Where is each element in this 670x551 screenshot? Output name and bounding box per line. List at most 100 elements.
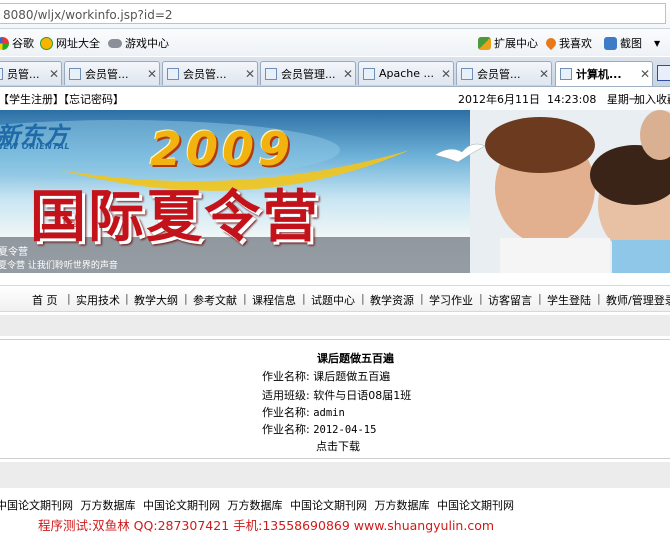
bookmark-link[interactable]: 加入收藏 bbox=[634, 91, 670, 107]
globe-icon bbox=[40, 36, 53, 50]
download-link[interactable]: 点击下载 bbox=[316, 438, 360, 454]
footer-links: 中国论文期刊网 万方数据库 中国论文期刊网 万方数据库 中国论文期刊网 万方数据… bbox=[0, 497, 514, 513]
row-label: 作业名称: bbox=[262, 423, 310, 436]
extension-center-button[interactable]: 扩展中心 bbox=[478, 35, 538, 51]
footer-link[interactable]: 中国论文期刊网 bbox=[143, 499, 220, 512]
footer-link[interactable]: 中国论文期刊网 bbox=[0, 499, 73, 512]
main-nav: 首 页 | 实用技术 | 教学大纲 | 参考文献 | 课程信息 | 试题中心 |… bbox=[0, 285, 670, 312]
favorite-label: 谷歌 bbox=[12, 37, 34, 50]
page-icon bbox=[363, 67, 375, 80]
screenshot-button[interactable]: 截图 ▼ bbox=[604, 35, 660, 51]
register-link[interactable]: 【学生注册】 bbox=[0, 91, 64, 107]
page-icon bbox=[167, 67, 179, 80]
footer-link[interactable]: 中国论文期刊网 bbox=[437, 499, 514, 512]
close-icon[interactable]: ✕ bbox=[47, 67, 61, 81]
close-icon[interactable]: ✕ bbox=[243, 67, 257, 81]
close-icon[interactable]: ✕ bbox=[439, 67, 453, 81]
tab-bar: 员管... ✕ 会员管... ✕ 会员管... ✕ 会员管理... ✕ Apache .… bbox=[0, 57, 670, 87]
favorite-google[interactable]: 谷歌 bbox=[0, 35, 34, 51]
browser-tab-active[interactable]: 计算机... ✕ bbox=[555, 61, 653, 86]
page-icon bbox=[560, 68, 572, 80]
nav-home[interactable]: 首 页 bbox=[32, 292, 58, 308]
nav-syllabus[interactable]: 教学大纲 bbox=[134, 292, 178, 308]
row-value: admin bbox=[313, 407, 345, 419]
nav-references[interactable]: 参考文献 bbox=[193, 292, 237, 308]
nav-separator: | bbox=[243, 292, 247, 305]
forgot-password-link[interactable]: 【忘记密码】 bbox=[58, 91, 124, 107]
banner-subtitle-2: 夏令营 让我们聆听世界的声音 bbox=[0, 261, 118, 271]
gamepad-icon bbox=[108, 38, 122, 48]
browser-tab[interactable]: 员管... ✕ bbox=[0, 61, 62, 85]
tool-label: 我喜欢 bbox=[559, 37, 592, 50]
nav-separator: | bbox=[67, 292, 71, 305]
footer-link[interactable]: 万方数据库 bbox=[81, 499, 136, 512]
chevron-down-icon[interactable]: ▼ bbox=[654, 39, 660, 48]
close-icon[interactable]: ✕ bbox=[341, 67, 355, 81]
section-band bbox=[0, 462, 670, 488]
nav-course-info[interactable]: 课程信息 bbox=[252, 292, 296, 308]
favorite-url-directory[interactable]: 网址大全 bbox=[40, 35, 100, 51]
row-value: 课后题做五百遍 bbox=[313, 370, 391, 383]
nav-exam-center[interactable]: 试题中心 bbox=[311, 292, 355, 308]
close-icon[interactable]: ✕ bbox=[537, 67, 551, 81]
banner-year: 2009 bbox=[150, 122, 295, 176]
tab-label: 员管... bbox=[7, 67, 40, 81]
nav-separator: | bbox=[184, 292, 188, 305]
page-top-line: 【学生注册】 【忘记密码】 2012年6月11日 14:23:08 星期一 加入… bbox=[0, 87, 670, 109]
google-icon bbox=[0, 36, 9, 50]
nav-separator: | bbox=[302, 292, 306, 305]
footer-link[interactable]: 万方数据库 bbox=[375, 499, 430, 512]
new-tab-icon[interactable] bbox=[657, 65, 670, 81]
address-bar: 8080/wljx/workinfo.jsp?id=2 bbox=[0, 0, 670, 29]
nav-homework[interactable]: 学习作业 bbox=[429, 292, 473, 308]
browser-tab[interactable]: 会员管... ✕ bbox=[64, 61, 160, 85]
page-icon bbox=[461, 67, 473, 80]
nav-separator: | bbox=[479, 292, 483, 305]
nav-guestbook[interactable]: 访客留言 bbox=[488, 292, 532, 308]
tab-label: 会员管理... bbox=[281, 67, 336, 81]
info-row: 适用班级: 软件与日语08届1班 bbox=[262, 387, 411, 403]
browser-tab[interactable]: 会员管... ✕ bbox=[162, 61, 258, 85]
nav-teacher-login[interactable]: 教师/管理登录 bbox=[606, 292, 670, 308]
datetime-text: 2012年6月11日 14:23:08 星期一 bbox=[458, 93, 640, 106]
close-icon[interactable]: ✕ bbox=[145, 67, 159, 81]
nav-separator: | bbox=[361, 292, 365, 305]
divider bbox=[0, 339, 670, 340]
info-row: 作业名称: 2012-04-15 bbox=[262, 421, 376, 437]
row-value: 软件与日语08届1班 bbox=[313, 389, 412, 402]
nav-separator: | bbox=[125, 292, 129, 305]
info-row: 作业名称: admin bbox=[262, 404, 345, 420]
tab-label: 会员管... bbox=[477, 67, 521, 81]
work-title: 课后题做五百遍 bbox=[317, 352, 394, 365]
banner-headline: 国际夏令营 bbox=[30, 185, 320, 250]
nav-separator: | bbox=[597, 292, 601, 305]
footer-link[interactable]: 万方数据库 bbox=[228, 499, 283, 512]
nav-practical-tech[interactable]: 实用技术 bbox=[76, 292, 120, 308]
page-icon bbox=[265, 67, 277, 80]
nav-student-login[interactable]: 学生登陆 bbox=[547, 292, 591, 308]
banner-subtitle-1: 夏令营 bbox=[0, 247, 28, 258]
heart-icon bbox=[543, 35, 559, 51]
browser-tab[interactable]: Apache ... ✕ bbox=[358, 61, 454, 85]
url-field[interactable]: 8080/wljx/workinfo.jsp?id=2 bbox=[0, 3, 666, 24]
nav-resources[interactable]: 教学资源 bbox=[370, 292, 414, 308]
page-icon bbox=[69, 67, 81, 80]
favorites-bar: 谷歌 网址大全 游戏中心 扩展中心 我喜欢 截图 ▼ bbox=[0, 29, 670, 56]
banner: 新东方 NEW ORIENTAL 2009 国际夏令营 夏令营 夏令营 让我们聆… bbox=[0, 110, 670, 273]
close-icon[interactable]: ✕ bbox=[638, 67, 652, 81]
tab-label: 会员管... bbox=[85, 67, 129, 81]
divider bbox=[0, 458, 670, 459]
nav-separator: | bbox=[538, 292, 542, 305]
footer-link[interactable]: 中国论文期刊网 bbox=[290, 499, 367, 512]
tab-label: 计算机... bbox=[576, 68, 622, 81]
tool-label: 截图 bbox=[620, 37, 642, 50]
puzzle-icon bbox=[478, 36, 491, 50]
favorites-like-button[interactable]: 我喜欢 bbox=[543, 35, 592, 51]
favorite-game-center[interactable]: 游戏中心 bbox=[108, 35, 169, 51]
page-icon bbox=[0, 67, 3, 80]
row-label: 作业名称: bbox=[262, 406, 310, 419]
favorite-label: 网址大全 bbox=[56, 37, 100, 50]
scissors-icon bbox=[604, 36, 617, 50]
browser-tab[interactable]: 会员管... ✕ bbox=[456, 61, 552, 85]
browser-tab[interactable]: 会员管理... ✕ bbox=[260, 61, 356, 85]
